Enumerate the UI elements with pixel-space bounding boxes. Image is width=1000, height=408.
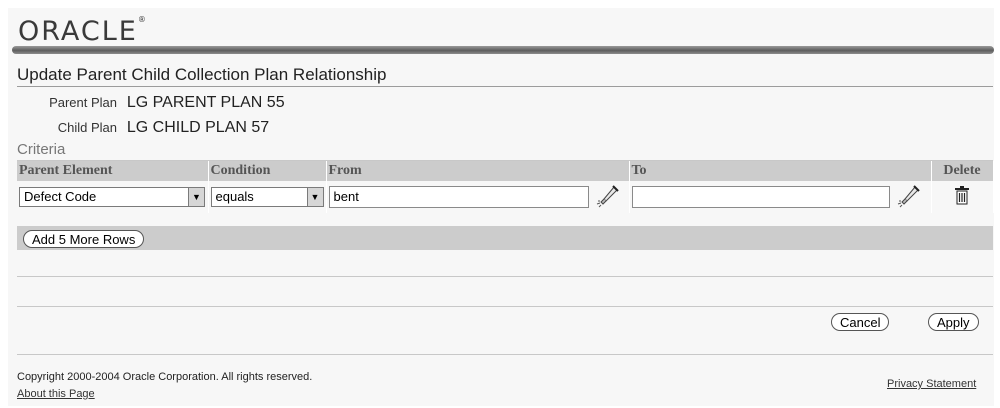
parent-plan-row: Parent Plan LG PARENT PLAN 55 [17,94,285,112]
parent-element-select[interactable]: Defect Code ▼ [19,187,205,207]
about-page-link[interactable]: About this Page [17,388,95,400]
child-plan-label: Child Plan [57,120,117,135]
privacy-statement-link[interactable]: Privacy Statement [887,378,976,390]
child-plan-value: LG CHILD PLAN 57 [126,119,270,136]
chevron-down-icon[interactable]: ▼ [306,188,323,206]
parent-plan-value: LG PARENT PLAN 55 [126,94,285,111]
brand-bar [12,46,994,54]
copyright-text: Copyright 2000-2004 Oracle Corporation. … [17,371,313,383]
parent-plan-label: Parent Plan [49,95,117,110]
section-divider [17,306,993,307]
add-rows-bar: Add 5 More Rows [17,226,993,250]
flashlight-search-icon[interactable] [896,182,922,213]
page-title: Update Parent Child Collection Plan Rela… [17,65,387,84]
condition-select[interactable]: equals ▼ [210,187,324,207]
apply-button[interactable]: Apply [928,313,979,331]
cancel-button[interactable]: Cancel [831,313,890,331]
column-header-to: To [629,161,932,181]
condition-value: equals [215,189,254,204]
footer-divider [17,354,993,355]
title-divider [17,86,993,87]
flashlight-search-icon[interactable] [595,182,621,213]
criteria-header-row: Parent Element Condition From To Delete [17,161,994,181]
column-header-parent-element: Parent Element [17,161,209,181]
from-input[interactable]: bent [328,186,589,208]
column-header-delete: Delete [931,161,994,181]
column-header-from: From [326,161,630,181]
to-input[interactable] [631,186,890,208]
child-plan-row: Child Plan LG CHILD PLAN 57 [17,119,269,137]
column-header-condition: Condition [208,161,327,181]
section-divider [17,276,993,277]
add-more-rows-button[interactable]: Add 5 More Rows [23,230,145,248]
chevron-down-icon[interactable]: ▼ [188,188,204,206]
criteria-table: Parent Element Condition From To Delete … [17,161,994,213]
criteria-heading: Criteria [17,141,66,158]
oracle-logo: ORACLE® [18,15,146,47]
parent-element-value: Defect Code [24,189,97,204]
table-row: Defect Code ▼ equals ▼ bent [17,181,994,213]
trash-icon[interactable] [954,185,970,210]
